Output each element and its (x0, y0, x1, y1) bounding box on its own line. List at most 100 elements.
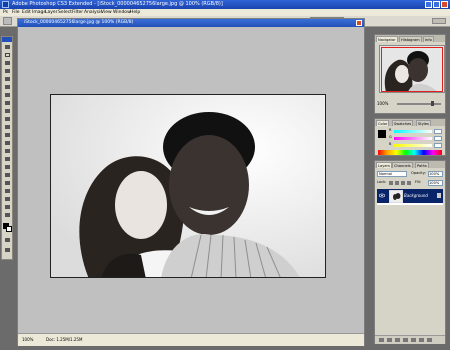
eraser-tool-icon[interactable] (4, 124, 11, 130)
quick-mask-icon[interactable] (4, 237, 11, 243)
toolbox-header (2, 37, 12, 42)
pen-tool-icon[interactable] (4, 156, 11, 162)
lock-transparent-icon[interactable] (389, 181, 393, 185)
tool-preset-picker[interactable] (3, 17, 12, 25)
blur-tool-icon[interactable] (4, 140, 11, 146)
channel-g-value[interactable] (434, 136, 442, 141)
lasso-tool-icon[interactable] (4, 60, 11, 66)
new-layer-icon[interactable] (419, 338, 424, 342)
layer-mask-icon[interactable] (395, 338, 400, 342)
visibility-eye-icon[interactable] (379, 193, 385, 198)
tab-styles[interactable]: Styles (416, 120, 431, 126)
tab-paths[interactable]: Paths (415, 162, 429, 168)
tab-histogram[interactable]: Histogram (399, 36, 422, 42)
menu-file[interactable]: File (12, 10, 20, 15)
tab-navigator[interactable]: Navigator (376, 36, 398, 42)
tab-color[interactable]: Color (376, 120, 390, 126)
menu-view[interactable]: View (101, 10, 112, 15)
trash-icon[interactable] (427, 338, 432, 342)
lock-all-icon[interactable] (407, 181, 411, 185)
history-brush-tool-icon[interactable] (4, 116, 11, 122)
channel-r-value[interactable] (434, 129, 442, 134)
type-tool-icon[interactable] (4, 164, 11, 170)
opacity-field[interactable]: 100% (428, 171, 443, 177)
zoom-readout[interactable]: 100% (22, 337, 33, 342)
blend-mode-select[interactable]: Normal (377, 171, 407, 177)
channel-b-slider[interactable] (394, 144, 432, 147)
menu-window[interactable]: Window (113, 10, 131, 15)
lock-image-icon[interactable] (395, 181, 399, 185)
layer-thumbnail-image (390, 191, 402, 202)
navigator-zoom-slider[interactable] (397, 103, 441, 105)
document-window: iStock_000004652756large.jpg @ 100% (RGB… (17, 18, 365, 346)
menu-image[interactable]: Image (32, 10, 46, 15)
channel-b-label: B (389, 142, 392, 146)
marquee-tool-icon[interactable] (4, 52, 11, 58)
palette-well[interactable] (432, 18, 446, 24)
crop-tool-icon[interactable] (4, 76, 11, 82)
doc-size-readout: Doc: 1.25M/1.25M (46, 337, 83, 342)
channel-r-label: R (389, 128, 392, 132)
screen-mode-icon[interactable] (4, 247, 11, 253)
layers-footer (375, 335, 445, 344)
link-layers-icon[interactable] (379, 338, 384, 342)
gradient-tool-icon[interactable] (4, 132, 11, 138)
layer-row-background[interactable]: Background (377, 189, 443, 203)
slice-tool-icon[interactable] (4, 84, 11, 90)
tab-info[interactable]: Info (423, 36, 434, 42)
healing-brush-tool-icon[interactable] (4, 92, 11, 98)
maximize-button[interactable] (433, 1, 440, 8)
notes-tool-icon[interactable] (4, 188, 11, 194)
menu-bar: Ps File Edit Image Layer Select Filter A… (0, 9, 450, 16)
menu-layer[interactable]: Layer (45, 10, 58, 15)
path-selection-tool-icon[interactable] (4, 172, 11, 178)
eyedropper-tool-icon[interactable] (4, 196, 11, 202)
menu-ps-icon[interactable]: Ps (3, 10, 8, 15)
channel-b-value[interactable] (434, 143, 442, 148)
app-titlebar: Adobe Photoshop CS3 Extended - [iStock_0… (0, 0, 450, 9)
photoshop-logo-icon (2, 1, 9, 8)
minimize-button[interactable] (425, 1, 432, 8)
menu-analysis[interactable]: Analysis (84, 10, 103, 15)
menu-edit[interactable]: Edit (22, 10, 31, 15)
channel-g-slider[interactable] (394, 137, 432, 140)
layer-style-icon[interactable] (387, 338, 392, 342)
menu-help[interactable]: Help (130, 10, 140, 15)
layers-tabs: Layers Channels Paths (375, 161, 445, 168)
couple-photo-image (51, 95, 325, 277)
layer-lock-icon (437, 193, 441, 198)
background-color-swatch[interactable] (6, 226, 12, 232)
dodge-tool-icon[interactable] (4, 148, 11, 154)
color-panel: Color Swatches Styles R G B (374, 118, 446, 156)
color-tabs: Color Swatches Styles (375, 119, 445, 126)
menu-filter[interactable]: Filter (72, 10, 83, 15)
clone-stamp-tool-icon[interactable] (4, 108, 11, 114)
brush-tool-icon[interactable] (4, 100, 11, 106)
navigator-zoom-value[interactable]: 100% (377, 101, 388, 106)
navigator-zoom-slider-handle[interactable] (431, 101, 434, 106)
adjustment-layer-icon[interactable] (403, 338, 408, 342)
opacity-label: Opacity: (411, 171, 426, 175)
move-tool-icon[interactable] (4, 44, 11, 50)
magic-wand-tool-icon[interactable] (4, 68, 11, 74)
document-image[interactable] (50, 94, 326, 278)
new-group-icon[interactable] (411, 338, 416, 342)
lock-position-icon[interactable] (401, 181, 405, 185)
document-close-button[interactable] (356, 20, 362, 26)
menu-select[interactable]: Select (58, 10, 72, 15)
color-ramp[interactable] (378, 150, 442, 155)
tab-channels[interactable]: Channels (392, 162, 413, 168)
channel-g-label: G (389, 135, 392, 139)
zoom-tool-icon[interactable] (4, 212, 11, 218)
hand-tool-icon[interactable] (4, 204, 11, 210)
channel-r-slider[interactable] (394, 130, 432, 133)
layers-panel: Layers Channels Paths Normal Opacity: 10… (374, 160, 446, 344)
color-foreground-swatch[interactable] (378, 130, 386, 138)
tab-layers[interactable]: Layers (376, 162, 392, 168)
fill-field[interactable]: 100% (428, 180, 443, 186)
close-button[interactable] (441, 1, 448, 8)
tab-swatches[interactable]: Swatches (392, 120, 414, 126)
shape-tool-icon[interactable] (4, 180, 11, 186)
navigator-preview[interactable] (379, 45, 445, 93)
navigator-view-box[interactable] (381, 47, 443, 92)
